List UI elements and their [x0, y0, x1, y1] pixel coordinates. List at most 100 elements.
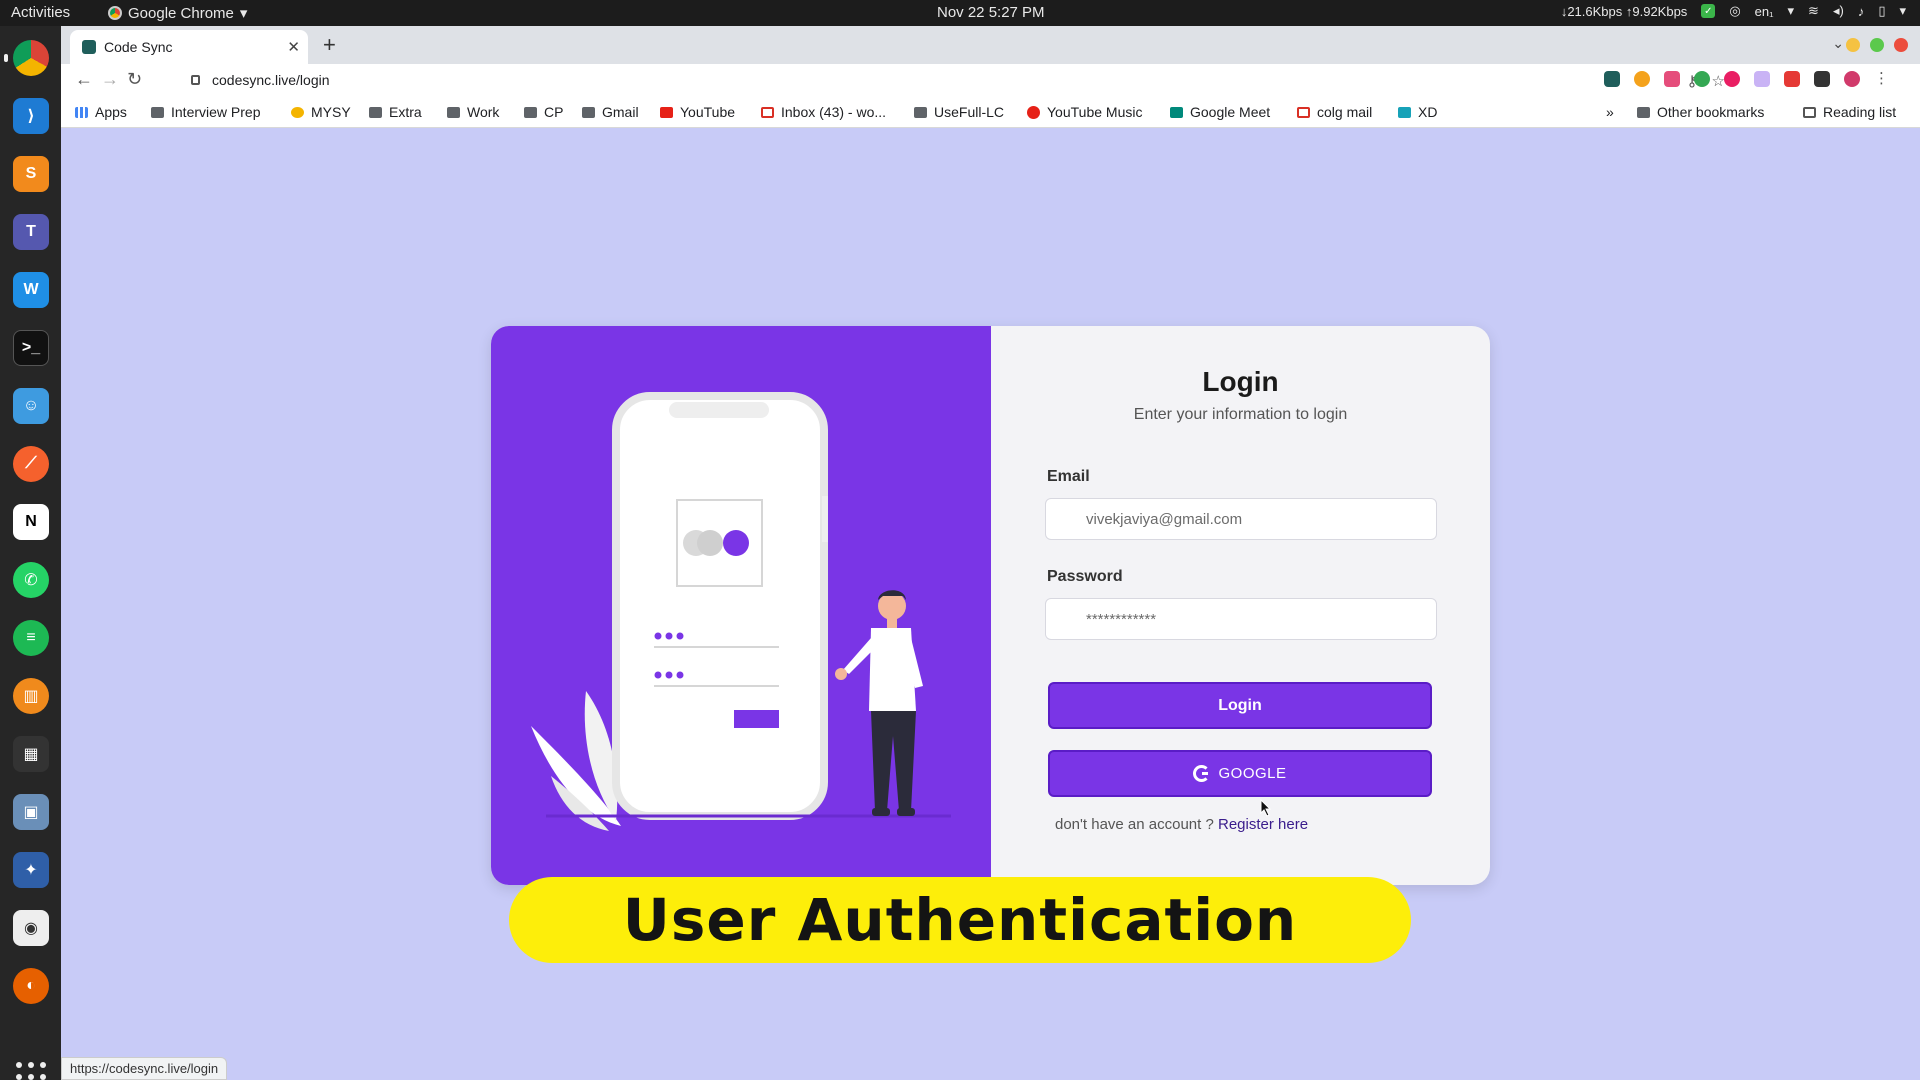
close-window-button[interactable]: [1894, 38, 1908, 52]
puzzle-icon[interactable]: [1814, 71, 1830, 87]
chevron-down-icon: ▾: [239, 5, 248, 22]
extensions-bar: ⋮: [1604, 71, 1890, 87]
tab-search-icon[interactable]: ⌄: [1832, 35, 1844, 52]
tab-code-sync[interactable]: Code Sync ✕: [70, 30, 308, 64]
system-top-bar: Activities Google Chrome ▾ Nov 22 5:27 P…: [0, 0, 1920, 26]
bookmark-inbox[interactable]: Inbox (43) - wo...: [761, 104, 886, 120]
extension-icon[interactable]: [1604, 71, 1620, 87]
apps-grid-icon: [75, 106, 88, 118]
extension-icon[interactable]: [1754, 71, 1770, 87]
bookmark-usefull-lc[interactable]: UseFull-LC: [914, 104, 1004, 120]
gmail-icon: [761, 106, 774, 118]
image-viewer-icon[interactable]: ▣: [13, 794, 49, 830]
bookmark-extra[interactable]: Extra: [369, 104, 422, 120]
mic-icon: ♪: [1857, 3, 1865, 19]
folder-icon: [151, 106, 164, 118]
bookmarks-bar: Apps Interview Prep MYSY Extra Work CP G…: [61, 96, 1920, 128]
adblock-icon[interactable]: [1724, 71, 1740, 87]
whatsapp-icon[interactable]: ✆: [13, 562, 49, 598]
extension-icon[interactable]: [1634, 71, 1650, 87]
link-status-bar: https://codesync.live/login: [61, 1057, 228, 1080]
google-icon: [1193, 765, 1211, 782]
bookmark-interview-prep[interactable]: Interview Prep: [151, 104, 260, 120]
email-field[interactable]: vivekjaviya@gmail.com: [1045, 498, 1437, 540]
profile-avatar[interactable]: [1844, 71, 1860, 87]
spotify-icon[interactable]: ≡: [13, 620, 49, 656]
app-menu[interactable]: Google Chrome ▾: [108, 4, 247, 22]
bookmark-xd[interactable]: XD: [1398, 104, 1437, 120]
chrome-icon[interactable]: [4, 40, 49, 76]
folder-icon: [447, 106, 460, 118]
register-prompt: don't have an account ? Register here: [1055, 816, 1308, 833]
more-vert-icon[interactable]: ⋮: [1874, 71, 1890, 87]
bookmark-label: MYSY: [311, 104, 351, 120]
bookmark-label: YouTube Music: [1047, 104, 1143, 120]
bookmark-label: XD: [1418, 104, 1438, 120]
vscode-icon[interactable]: ⟩: [13, 98, 49, 134]
extension-icon[interactable]: [1664, 71, 1680, 87]
firefox-icon[interactable]: ◐: [13, 968, 49, 1004]
reading-list[interactable]: Reading list: [1803, 104, 1896, 120]
forward-arrow-icon[interactable]: →: [101, 69, 119, 90]
battery-icon: ▯: [1878, 3, 1886, 18]
email-label: Email: [1047, 468, 1090, 485]
extension-icon[interactable]: [1784, 71, 1800, 87]
screenshot-icon[interactable]: ◉: [13, 910, 49, 946]
reading-list-icon: [1803, 106, 1816, 118]
password-label: Password: [1047, 568, 1123, 585]
finder-icon[interactable]: ☺: [13, 388, 49, 424]
phone-login-illustration: [531, 392, 951, 831]
teams-icon[interactable]: T: [13, 214, 49, 250]
folder-icon: [1637, 106, 1650, 118]
back-arrow-icon[interactable]: ←: [75, 69, 93, 90]
xd-icon: [1398, 106, 1411, 118]
bookmark-label: Interview Prep: [171, 104, 261, 120]
bookmark-label: Gmail: [602, 104, 639, 120]
other-bookmarks[interactable]: Other bookmarks: [1637, 104, 1764, 120]
password-value: ************: [1086, 610, 1157, 628]
sublime-icon[interactable]: S: [13, 156, 49, 192]
show-apps-icon[interactable]: [16, 1062, 46, 1080]
register-link[interactable]: Register here: [1218, 816, 1308, 833]
login-card: Login Enter your information to login Em…: [491, 326, 1490, 885]
notion-icon[interactable]: N: [13, 504, 49, 540]
close-icon[interactable]: ✕: [287, 38, 300, 56]
extension-icon[interactable]: [1694, 71, 1710, 87]
minimize-button[interactable]: [1846, 38, 1860, 52]
calculator-icon[interactable]: ▦: [13, 736, 49, 772]
bookmark-label: CP: [544, 104, 564, 120]
bookmark-colg-mail[interactable]: colg mail: [1297, 104, 1372, 120]
reload-icon[interactable]: ↻: [127, 69, 142, 90]
bookmark-youtube[interactable]: YouTube: [660, 104, 735, 120]
wps-writer-icon[interactable]: W: [13, 272, 49, 308]
banner-text: User Authentication: [622, 886, 1298, 954]
bookmarks-overflow-button[interactable]: »: [1606, 104, 1614, 120]
google-signin-button[interactable]: GOOGLE: [1048, 750, 1432, 797]
bookmark-label: UseFull-LC: [934, 104, 1005, 120]
books-icon[interactable]: ▥: [13, 678, 49, 714]
bookmark-google-meet[interactable]: Google Meet: [1170, 104, 1270, 120]
software-center-icon[interactable]: ✦: [13, 852, 49, 888]
app-dock: ⟩ S T W >_ ☺ ⟋ N ✆ ≡ ▥ ▦ ▣ ✦ ◉ ◐: [0, 26, 61, 1080]
bookmark-gmail[interactable]: Gmail: [582, 104, 639, 120]
bookmark-mysy[interactable]: MYSY: [291, 104, 351, 120]
address-bar[interactable]: codesync.live/login ⚷ ☆: [177, 65, 1737, 95]
system-tray[interactable]: ↓21.6Kbps ↑9.92Kbps ✓ ◎ en₁ ▾ ≋ ◂) ♪ ▯ ▾: [1561, 3, 1906, 19]
new-tab-button[interactable]: +: [323, 32, 336, 58]
bookmark-youtube-music[interactable]: YouTube Music: [1027, 104, 1142, 120]
language-indicator[interactable]: en₁: [1755, 4, 1774, 19]
wifi-icon: ≋: [1808, 3, 1819, 18]
password-field[interactable]: ************: [1045, 598, 1437, 640]
maximize-button[interactable]: [1870, 38, 1884, 52]
postman-icon[interactable]: ⟋: [13, 446, 49, 482]
clock[interactable]: Nov 22 5:27 PM: [937, 4, 1045, 21]
activities-button[interactable]: Activities: [11, 4, 70, 21]
bookmark-cp[interactable]: CP: [524, 104, 563, 120]
terminal-icon[interactable]: >_: [13, 330, 49, 366]
check-icon: ✓: [1701, 4, 1716, 18]
login-button[interactable]: Login: [1048, 682, 1432, 729]
login-form-panel: Login Enter your information to login Em…: [991, 326, 1490, 885]
illustration-panel: [491, 326, 991, 885]
bookmark-work[interactable]: Work: [447, 104, 499, 120]
bookmark-apps[interactable]: Apps: [75, 104, 127, 120]
